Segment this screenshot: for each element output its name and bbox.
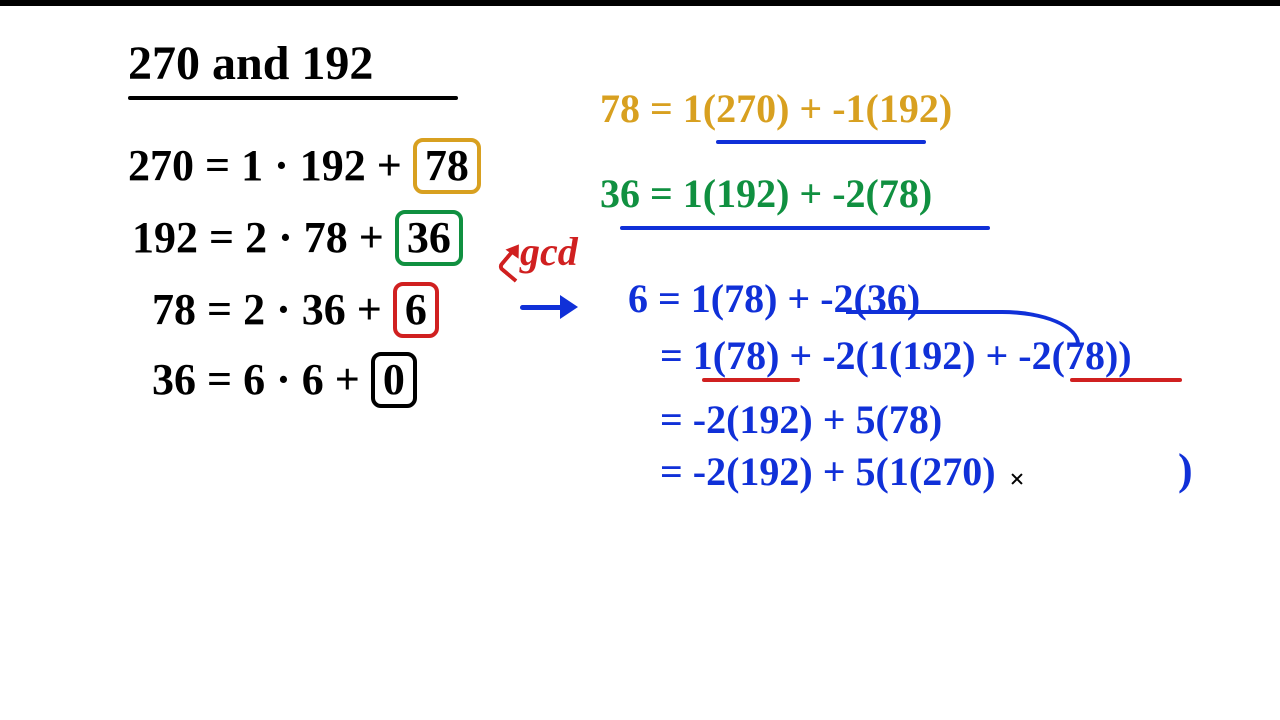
box-36: 36 [395, 210, 463, 266]
trailing-paren: ) [1178, 444, 1193, 495]
euclid-line-4: 36 = 6 · 6 + 0 [152, 352, 417, 408]
euclid-line-2: 192 = 2 · 78 + 36 [132, 210, 463, 266]
euclid-line-1: 270 = 1 · 192 + 78 [128, 138, 481, 194]
subst-78-underline [716, 140, 926, 144]
back-sub-4: = -2(192) + 5(1(270) [660, 448, 996, 495]
title-text: 270 and 192 [128, 36, 373, 91]
whiteboard: 270 and 192 270 = 1 · 192 + 78 192 = 2 ·… [0, 0, 1280, 720]
box-6: 6 [393, 282, 439, 338]
box-0: 0 [371, 352, 417, 408]
box-78: 78 [413, 138, 481, 194]
arrow-right-icon [520, 292, 580, 322]
pen-cursor-icon [1007, 469, 1027, 489]
euclid-l4-lhs: 36 = 6 · 6 + [152, 355, 371, 404]
gcd-label: gcd [520, 228, 578, 275]
euclid-l1-lhs: 270 = 1 · 192 + [128, 141, 413, 190]
title-underline [128, 96, 458, 100]
back-sub-3: = -2(192) + 5(78) [660, 396, 942, 443]
subst-36-underline [620, 226, 990, 230]
substitution-curve-icon [846, 310, 1080, 344]
euclid-l3-lhs: 78 = 2 · 36 + [152, 285, 393, 334]
subst-78: 78 = 1(270) + -1(192) [600, 85, 952, 132]
euclid-l2-lhs: 192 = 2 · 78 + [132, 213, 395, 262]
red-underline-2 [1070, 378, 1182, 382]
euclid-line-3: 78 = 2 · 36 + 6 [152, 282, 439, 338]
subst-36: 36 = 1(192) + -2(78) [600, 170, 932, 217]
red-underline-1 [702, 378, 800, 382]
